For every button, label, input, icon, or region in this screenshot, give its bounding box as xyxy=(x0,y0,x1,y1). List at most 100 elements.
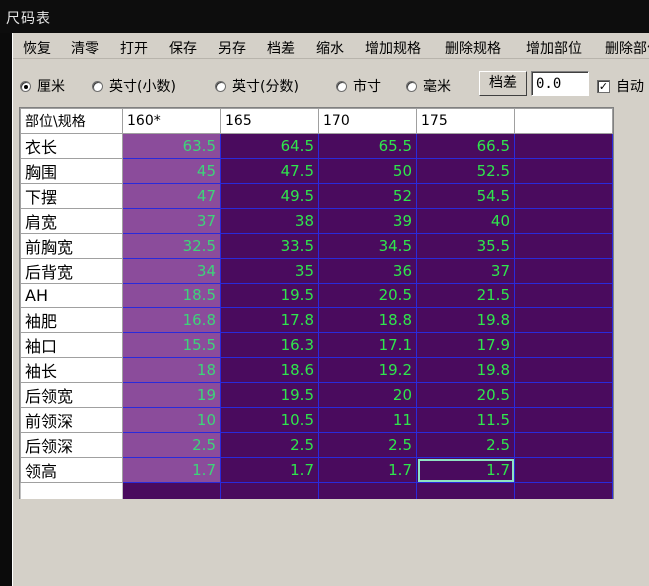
empty-cell[interactable] xyxy=(514,182,613,209)
value-cell[interactable]: 10 xyxy=(122,407,221,433)
value-cell[interactable]: 16.3 xyxy=(220,332,319,358)
column-header-165[interactable]: 165 xyxy=(220,108,319,134)
value-cell[interactable]: 37 xyxy=(122,207,221,234)
unit-option-shicun[interactable]: 市寸 xyxy=(336,76,381,96)
unit-option-inch-fraction[interactable]: 英寸(分数) xyxy=(215,76,299,96)
row-header[interactable]: 袖肥 xyxy=(20,307,123,333)
value-cell[interactable]: 18.5 xyxy=(122,282,221,308)
value-cell[interactable]: 49.5 xyxy=(220,182,319,209)
menu-shrink[interactable]: 缩水 xyxy=(316,38,344,58)
empty-cell[interactable] xyxy=(514,307,613,333)
value-cell[interactable]: 33.5 xyxy=(220,232,319,259)
empty-cell[interactable] xyxy=(514,282,613,308)
column-header-175[interactable]: 175 xyxy=(416,108,515,134)
value-cell[interactable]: 35.5 xyxy=(416,232,515,259)
row-header[interactable]: 后领深 xyxy=(20,432,123,458)
value-cell[interactable]: 20.5 xyxy=(318,282,417,308)
menu-add-size[interactable]: 增加规格 xyxy=(365,38,421,58)
value-cell[interactable]: 54.5 xyxy=(416,182,515,209)
value-cell[interactable]: 37 xyxy=(416,257,515,284)
value-cell[interactable]: 11 xyxy=(318,407,417,433)
value-cell[interactable]: 34 xyxy=(122,257,221,284)
value-cell[interactable]: 2.5 xyxy=(318,432,417,458)
value-cell[interactable]: 36 xyxy=(318,257,417,284)
row-header[interactable]: 肩宽 xyxy=(20,207,123,234)
value-cell[interactable]: 18 xyxy=(122,357,221,383)
row-header[interactable]: 衣长 xyxy=(20,132,123,159)
menu-save[interactable]: 保存 xyxy=(169,38,197,58)
value-cell[interactable]: 66.5 xyxy=(416,132,515,159)
value-cell[interactable]: 17.8 xyxy=(220,307,319,333)
empty-cell[interactable] xyxy=(514,357,613,383)
value-cell[interactable]: 63.5 xyxy=(122,132,221,159)
value-cell[interactable]: 16.8 xyxy=(122,307,221,333)
empty-cell[interactable] xyxy=(514,207,613,234)
unit-option-inch-decimal[interactable]: 英寸(小数) xyxy=(92,76,176,96)
value-cell[interactable]: 2.5 xyxy=(122,432,221,458)
value-cell[interactable]: 20.5 xyxy=(416,382,515,408)
row-header[interactable]: 后领宽 xyxy=(20,382,123,408)
empty-cell[interactable] xyxy=(514,132,613,159)
value-cell[interactable]: 47.5 xyxy=(220,157,319,184)
value-cell[interactable]: 52.5 xyxy=(416,157,515,184)
value-cell[interactable]: 19.5 xyxy=(220,382,319,408)
column-header-160[interactable]: 160* xyxy=(122,108,221,134)
value-cell[interactable]: 19.8 xyxy=(416,307,515,333)
value-cell[interactable]: 50 xyxy=(318,157,417,184)
value-cell[interactable]: 38 xyxy=(220,207,319,234)
empty-cell[interactable] xyxy=(514,407,613,433)
menu-save-as[interactable]: 另存 xyxy=(218,38,246,58)
empty-cell[interactable] xyxy=(514,332,613,358)
value-cell[interactable]: 39 xyxy=(318,207,417,234)
menu-add-part[interactable]: 增加部位 xyxy=(526,38,582,58)
value-cell[interactable]: 40 xyxy=(416,207,515,234)
empty-cell[interactable] xyxy=(514,257,613,284)
row-header[interactable]: 前领深 xyxy=(20,407,123,433)
empty-cell[interactable] xyxy=(514,382,613,408)
value-cell[interactable]: 17.9 xyxy=(416,332,515,358)
row-header[interactable]: 前胸宽 xyxy=(20,232,123,259)
unit-option-mm[interactable]: 毫米 xyxy=(406,76,451,96)
title-bar[interactable]: 尺码表 xyxy=(0,0,649,33)
value-cell[interactable]: 10.5 xyxy=(220,407,319,433)
value-cell[interactable]: 47 xyxy=(122,182,221,209)
column-header-170[interactable]: 170 xyxy=(318,108,417,134)
value-cell[interactable]: 52 xyxy=(318,182,417,209)
value-cell[interactable]: 18.6 xyxy=(220,357,319,383)
empty-cell[interactable] xyxy=(514,232,613,259)
row-header[interactable]: 胸围 xyxy=(20,157,123,184)
value-cell[interactable]: 19 xyxy=(122,382,221,408)
value-cell[interactable]: 65.5 xyxy=(318,132,417,159)
menu-clear[interactable]: 清零 xyxy=(71,38,99,58)
value-cell[interactable]: 1.7 xyxy=(318,457,417,483)
empty-cell[interactable] xyxy=(514,432,613,458)
row-header[interactable]: 领高 xyxy=(20,457,123,483)
value-cell[interactable]: 19.2 xyxy=(318,357,417,383)
value-cell[interactable]: 17.1 xyxy=(318,332,417,358)
empty-cell[interactable] xyxy=(514,457,613,483)
value-cell[interactable]: 32.5 xyxy=(122,232,221,259)
menu-open[interactable]: 打开 xyxy=(120,38,148,58)
unit-option-cm[interactable]: 厘米 xyxy=(20,76,65,96)
menu-restore[interactable]: 恢复 xyxy=(23,38,51,58)
value-cell[interactable]: 35 xyxy=(220,257,319,284)
value-cell[interactable]: 2.5 xyxy=(220,432,319,458)
value-cell[interactable]: 15.5 xyxy=(122,332,221,358)
menu-grade[interactable]: 档差 xyxy=(267,38,295,58)
auto-checkbox[interactable]: ✓ 自动 xyxy=(597,76,644,96)
value-cell[interactable]: 2.5 xyxy=(416,432,515,458)
row-header[interactable]: 后背宽 xyxy=(20,257,123,284)
empty-cell[interactable] xyxy=(514,157,613,184)
value-cell[interactable]: 45 xyxy=(122,157,221,184)
menu-delete-size[interactable]: 删除规格 xyxy=(445,38,501,58)
value-cell[interactable]: 21.5 xyxy=(416,282,515,308)
value-cell[interactable]: 20 xyxy=(318,382,417,408)
row-header[interactable]: 袖口 xyxy=(20,332,123,358)
value-cell[interactable]: 64.5 xyxy=(220,132,319,159)
value-cell[interactable]: 19.5 xyxy=(220,282,319,308)
menu-delete-part[interactable]: 删除部位 xyxy=(605,38,649,58)
value-cell[interactable]: 1.7 xyxy=(416,457,515,483)
row-header[interactable]: AH xyxy=(20,282,123,308)
grade-button[interactable]: 档差 xyxy=(479,71,527,96)
row-header[interactable]: 下摆 xyxy=(20,182,123,209)
